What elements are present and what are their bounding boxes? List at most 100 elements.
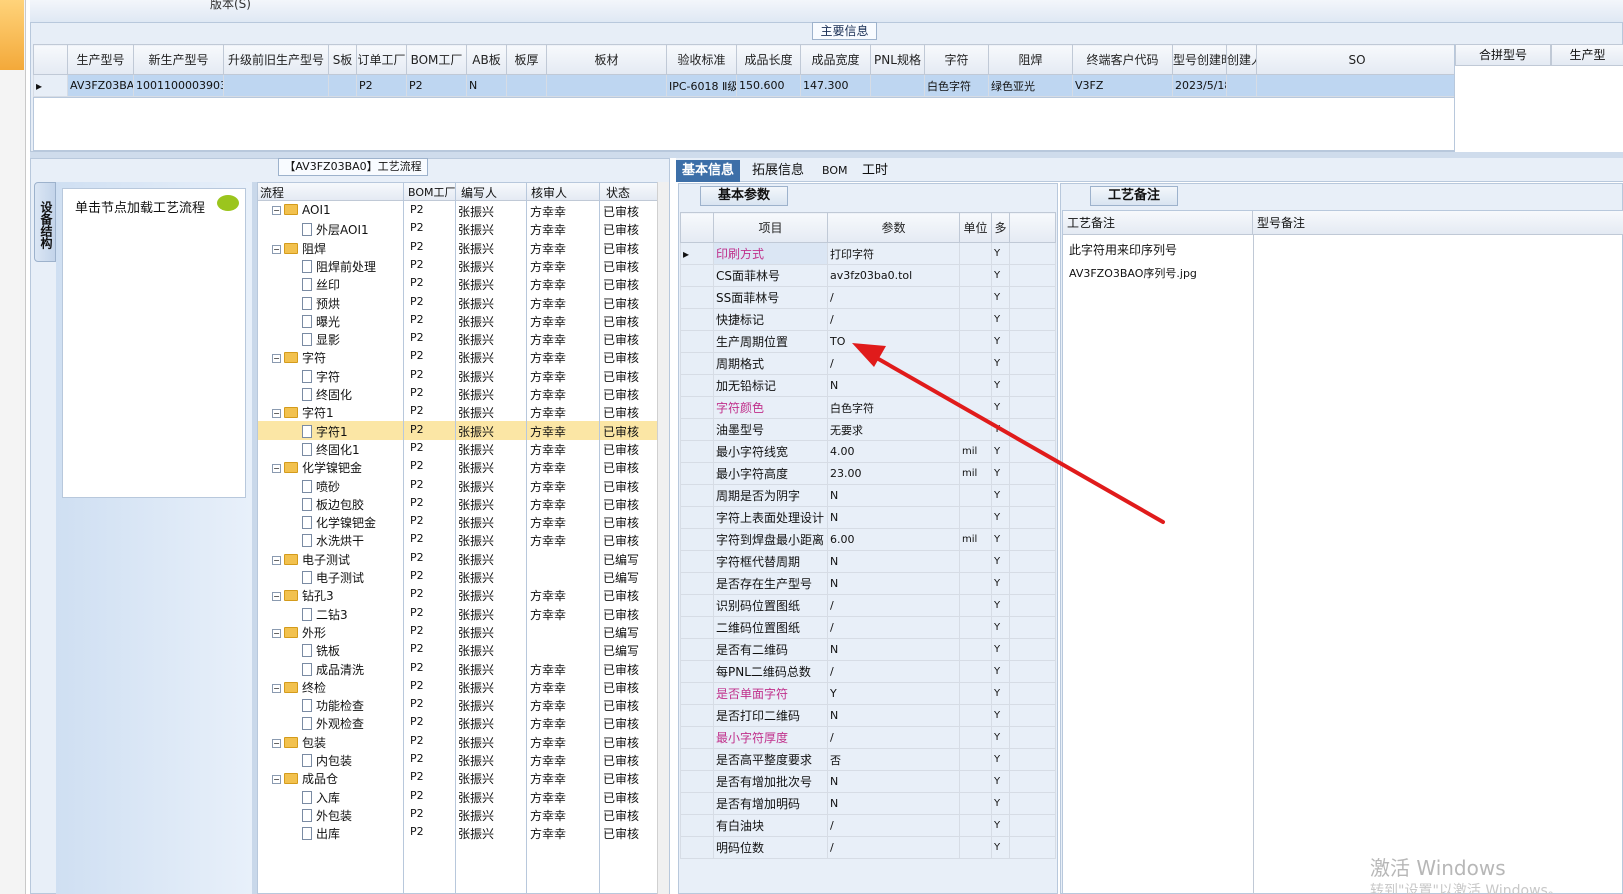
param-row[interactable]: ▸ 印刷方式 打印字符 Y <box>680 242 1056 265</box>
param-row[interactable]: 周期是否为阴字 N Y <box>680 484 1056 507</box>
flow-tree-row[interactable]: 字符 P2 张振兴 方幸幸 已审核 <box>258 366 658 385</box>
param-value[interactable]: / <box>827 836 960 859</box>
param-value[interactable]: / <box>827 352 960 375</box>
param-row[interactable]: 是否有增加明码 N Y <box>680 792 1056 815</box>
flow-tree-row[interactable]: 铣板 P2 张振兴 已编写 <box>258 640 658 659</box>
param-value[interactable]: 白色字符 <box>827 396 960 419</box>
param-value[interactable]: 打印字符 <box>827 242 960 265</box>
param-row[interactable]: 是否打印二维码 N Y <box>680 704 1056 727</box>
param-row[interactable]: 周期格式 / Y <box>680 352 1056 375</box>
param-value[interactable]: / <box>827 594 960 617</box>
param-value[interactable]: / <box>827 814 960 837</box>
flow-tree-row[interactable]: 外层AOI1 P2 张振兴 方幸幸 已审核 <box>258 219 658 238</box>
flow-tree-row[interactable]: − 字符1 P2 张振兴 方幸幸 已审核 <box>258 402 658 421</box>
param-value[interactable]: 4.00 <box>827 440 960 463</box>
main-col-cell[interactable] <box>546 74 667 97</box>
param-row[interactable]: 最小字符高度 23.00 mil Y <box>680 462 1056 485</box>
param-value[interactable]: / <box>827 616 960 639</box>
param-value[interactable]: N <box>827 792 960 815</box>
flow-tree-row[interactable]: − 字符 P2 张振兴 方幸幸 已审核 <box>258 347 658 366</box>
flow-tree-row[interactable]: 阻焊前处理 P2 张振兴 方幸幸 已审核 <box>258 256 658 275</box>
param-row[interactable]: 是否有二维码 N Y <box>680 638 1056 661</box>
param-value[interactable]: Y <box>827 682 960 705</box>
main-col-cell[interactable]: 绿色亚光 <box>988 74 1073 97</box>
collapse-icon[interactable]: − <box>272 555 281 565</box>
collapse-icon[interactable]: − <box>272 738 281 748</box>
main-col-cell[interactable]: 147.300 <box>800 74 871 97</box>
param-row[interactable]: 明码位数 / Y <box>680 836 1056 859</box>
param-row[interactable]: 字符颜色 白色字符 Y <box>680 396 1056 419</box>
equipment-structure-tab[interactable]: 设备结构 <box>34 182 56 262</box>
main-col-cell[interactable]: 白色字符 <box>924 74 989 97</box>
flow-tree-row[interactable]: 化学镍钯金 P2 张振兴 方幸幸 已审核 <box>258 512 658 531</box>
process-remarks-tab[interactable]: 工艺备注 <box>1090 186 1178 206</box>
main-col-cell[interactable] <box>870 74 925 97</box>
main-col-cell[interactable]: IPC-6018 Ⅱ级 <box>666 74 737 97</box>
flow-tree-row[interactable]: − 化学镍钯金 P2 张振兴 方幸幸 已审核 <box>258 457 658 476</box>
main-col-cell[interactable] <box>1256 74 1458 97</box>
param-row[interactable]: 最小字符线宽 4.00 mil Y <box>680 440 1056 463</box>
flow-tree-grid[interactable]: 流程 BOM工厂 编写人 核审人 状态 − AOI1 P2 张振兴 方幸幸 已审核 外层AO… <box>257 182 664 894</box>
param-value[interactable]: N <box>827 506 960 529</box>
main-col-cell[interactable] <box>328 74 357 97</box>
param-value[interactable]: N <box>827 550 960 573</box>
param-row[interactable]: 快捷标记 / Y <box>680 308 1056 331</box>
param-value[interactable]: / <box>827 286 960 309</box>
flow-tree-row[interactable]: 二钻3 P2 张振兴 方幸幸 已审核 <box>258 604 658 623</box>
collapse-icon[interactable]: − <box>272 206 281 215</box>
param-row[interactable]: 每PNL二维码总数 / Y <box>680 660 1056 683</box>
param-value[interactable]: N <box>827 572 960 595</box>
main-col-cell[interactable]: 2023/5/18 <box>1172 74 1227 97</box>
flow-tree-row[interactable]: 显影 P2 张振兴 方幸幸 已审核 <box>258 329 658 348</box>
flow-tree-row[interactable]: − 包装 P2 张振兴 方幸幸 已审核 <box>258 732 658 751</box>
tab-basic-info[interactable]: 基本信息 <box>676 160 741 182</box>
collapse-icon[interactable]: − <box>272 244 281 254</box>
param-row[interactable]: 加无铅标记 N Y <box>680 374 1056 397</box>
remarks-grid[interactable]: 工艺备注 型号备注 此字符用来印序列号 AV3FZO3BAO序列号.jpg <box>1062 210 1623 894</box>
param-row[interactable]: 识别码位置图纸 / Y <box>680 594 1056 617</box>
main-info-grid[interactable]: 生产型号 新生产型号 升级前旧生产型号 S板 订单工厂 BOM工厂 AB板 板厚 板材 验收标准成… <box>33 44 1458 97</box>
main-col-cell[interactable] <box>1226 74 1257 97</box>
flow-tree-row[interactable]: 外观检查 P2 张振兴 方幸幸 已审核 <box>258 713 658 732</box>
param-value[interactable]: 6.00 <box>827 528 960 551</box>
param-value[interactable]: 否 <box>827 748 960 771</box>
param-row[interactable]: 字符框代替周期 N Y <box>680 550 1056 573</box>
param-row[interactable]: 二维码位置图纸 / Y <box>680 616 1056 639</box>
param-value[interactable]: / <box>827 308 960 331</box>
flow-tree-row[interactable]: − 外形 P2 张振兴 已编写 <box>258 622 658 641</box>
flow-tree-row[interactable]: − 成品仓 P2 张振兴 方幸幸 已审核 <box>258 768 658 787</box>
basic-params-grid[interactable]: 项目 参数 单位 多 ▸ 印刷方式 打印字符 Y CS面菲林号 av3fz03ba0.to… <box>680 212 1056 859</box>
param-row[interactable]: 有白油块 / Y <box>680 814 1056 837</box>
flow-tree-row[interactable]: 预烘 P2 张振兴 方幸幸 已审核 <box>258 293 658 312</box>
flow-tree-row[interactable]: 终固化 P2 张振兴 方幸幸 已审核 <box>258 384 658 403</box>
tab-extended-info[interactable]: 拓展信息 <box>746 160 810 182</box>
flow-tree-row[interactable]: − 终检 P2 张振兴 方幸幸 已审核 <box>258 677 658 696</box>
param-value[interactable]: av3fz03ba0.tol <box>827 264 960 287</box>
flow-tree-row[interactable]: 内包装 P2 张振兴 方幸幸 已审核 <box>258 750 658 769</box>
param-row[interactable]: 是否高平整度要求否 Y <box>680 748 1056 771</box>
main-col-cell[interactable]: 10011000039039 <box>133 74 224 97</box>
main-col-cell[interactable] <box>506 74 547 97</box>
param-value[interactable]: N <box>827 638 960 661</box>
param-row[interactable]: SS面菲林号 / Y <box>680 286 1056 309</box>
param-value[interactable]: / <box>827 660 960 683</box>
collapse-icon[interactable]: − <box>272 354 281 364</box>
param-row[interactable]: 最小字符厚度 / Y <box>680 726 1056 749</box>
param-row[interactable]: 油墨型号 无要求 Y <box>680 418 1056 441</box>
flow-tree-row[interactable]: − AOI1 P2 张振兴 方幸幸 已审核 <box>258 201 658 220</box>
collapse-icon[interactable]: − <box>272 464 281 474</box>
flow-tree-row[interactable]: 丝印 P2 张振兴 方幸幸 已审核 <box>258 274 658 293</box>
collapse-icon[interactable]: − <box>272 409 281 419</box>
param-value[interactable]: TO <box>827 330 960 353</box>
param-row[interactable]: 是否单面字符 Y Y <box>680 682 1056 705</box>
param-value[interactable]: / <box>827 726 960 749</box>
param-value[interactable]: N <box>827 484 960 507</box>
main-col-cell[interactable]: P2 <box>356 74 407 97</box>
param-value[interactable]: 无要求 <box>827 418 960 441</box>
param-row[interactable]: 是否存在生产型号 N Y <box>680 572 1056 595</box>
collapse-icon[interactable]: − <box>272 628 281 638</box>
flow-tree-row[interactable]: 电子测试 P2 张振兴 已编写 <box>258 567 658 586</box>
param-value[interactable]: 23.00 <box>827 462 960 485</box>
flow-tree-scrollbar[interactable] <box>657 182 669 894</box>
flow-tree-row[interactable]: − 电子测试 P2 张振兴 已编写 <box>258 549 658 568</box>
